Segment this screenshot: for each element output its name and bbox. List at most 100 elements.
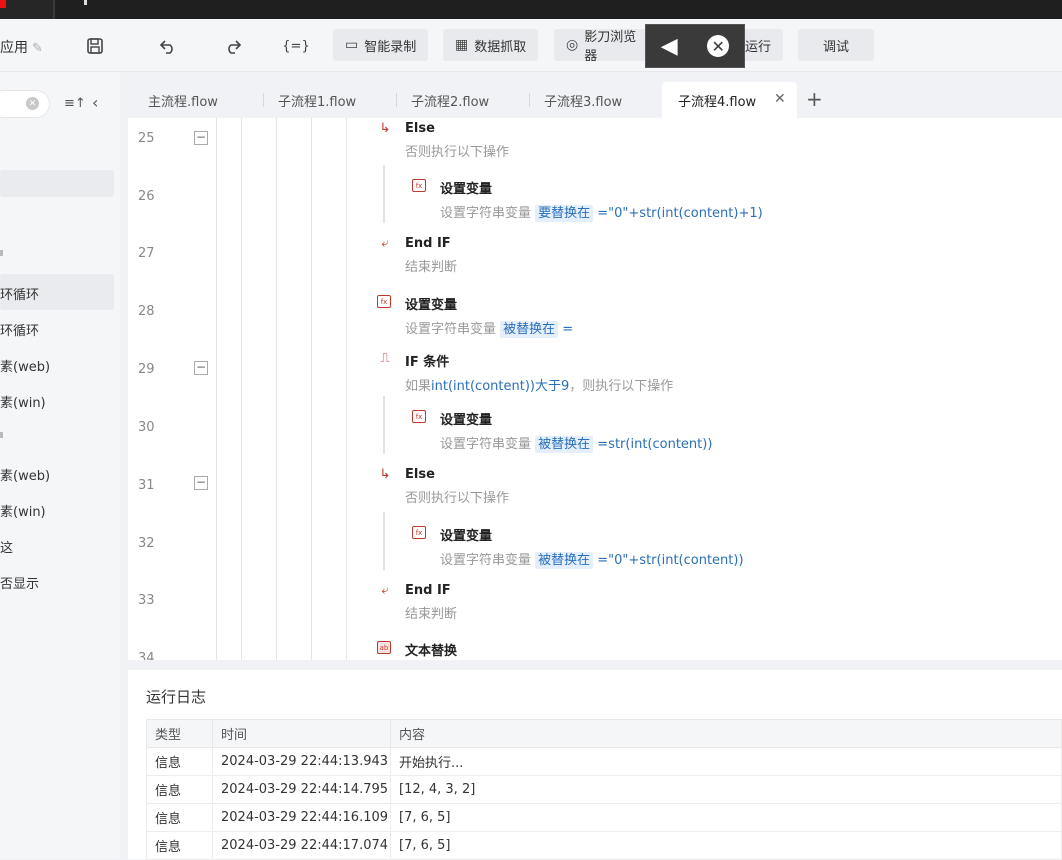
sidebar: ✕ ≡↑ ‹ 环循环 环循环 素(web) 素(win) 素(web) 素(wi… xyxy=(0,72,120,859)
variable-tag: 被替换在 xyxy=(535,436,594,453)
flow-step-set-variable[interactable]: fx 设置变量 设置字符串变量 被替换在 = xyxy=(377,294,573,338)
condition: int(int(content))大于9 xyxy=(431,379,570,394)
expression: =str(int(content)) xyxy=(593,437,713,452)
cell-time: 2024-03-29 22:44:16.109 xyxy=(212,803,391,832)
clear-search-icon[interactable]: ✕ xyxy=(26,97,39,110)
fold-toggle[interactable]: − xyxy=(194,361,208,375)
step-title: IF 条件 xyxy=(405,355,450,370)
run-log-title: 运行日志 xyxy=(146,688,207,706)
title-bar xyxy=(0,0,1062,19)
sidebar-item[interactable]: 素(web) xyxy=(0,455,114,491)
run-log-panel: 运行日志 类型 时间 内容 信息 2024-03-29 22:44:13.943… xyxy=(128,670,1062,860)
table-row[interactable]: 信息 2024-03-29 22:44:16.109 [7, 6, 5] xyxy=(146,803,1062,832)
table-row[interactable]: 信息 2024-03-29 22:44:17.074 [7, 6, 5] xyxy=(146,831,1062,860)
step-title: 文本替换 xyxy=(405,644,458,659)
sidebar-item[interactable]: 素(win) xyxy=(0,491,114,527)
table-header-row: 类型 时间 内容 xyxy=(146,719,1062,748)
cell-time: 2024-03-29 22:44:17.074 xyxy=(212,831,391,860)
cell-content: [12, 4, 3, 2] xyxy=(390,775,1062,804)
desc-suffix: ，则执行以下操作 xyxy=(569,379,674,394)
line-number: 30 xyxy=(138,420,155,435)
step-description: 设置字符串变量 要替换在 ="0"+str(int(content)+1) xyxy=(440,202,763,222)
step-title: Else xyxy=(405,467,435,482)
step-description: 结束判断 xyxy=(405,607,458,622)
undo-icon[interactable] xyxy=(153,31,183,61)
cell-content: 开始执行... xyxy=(390,747,1062,776)
variable-icon: fx xyxy=(412,410,426,423)
table-row[interactable]: 信息 2024-03-29 22:44:13.943 开始执行... xyxy=(146,747,1062,776)
tab-subflow-3[interactable]: 子流程3.flow xyxy=(544,82,622,118)
variable-tag: 被替换在 xyxy=(500,321,559,338)
fold-toggle[interactable]: − xyxy=(194,131,208,145)
toolbar: 应用 ✎ {=} ▭ 智能录制 ▦ 数据抓取 ◎ 影刀浏览器 运行 调试 xyxy=(0,19,1062,72)
variable-expression-icon[interactable]: {=} xyxy=(281,31,311,61)
recording-overlay: ◀ ✕ xyxy=(645,24,745,68)
table-icon: ▦ xyxy=(455,37,469,53)
flow-step-end-if[interactable]: ⤶ End IF 结束判断 xyxy=(381,236,457,275)
table-row[interactable]: 信息 2024-03-29 22:44:14.795 [12, 4, 3, 2] xyxy=(146,775,1062,804)
fold-toggle[interactable]: − xyxy=(194,476,208,490)
indent-guide xyxy=(346,118,347,660)
tab-subflow-1[interactable]: 子流程1.flow xyxy=(278,82,356,118)
collapse-sidebar-icon[interactable]: ‹ xyxy=(92,93,98,112)
tab-subflow-2[interactable]: 子流程2.flow xyxy=(411,82,489,118)
indent-guide xyxy=(276,118,277,660)
line-number: 25 xyxy=(138,131,155,146)
browser-button[interactable]: ◎ 影刀浏览器 xyxy=(554,29,649,61)
tab-divider xyxy=(263,93,264,107)
expression: ="0"+str(int(content)) xyxy=(593,553,744,568)
save-icon[interactable] xyxy=(80,31,110,61)
search-input[interactable] xyxy=(0,90,50,118)
flow-step-if[interactable]: ⎍ IF 条件 如果int(int(content))大于9，则执行以下操作 xyxy=(380,351,673,394)
line-number: 27 xyxy=(138,246,155,261)
browser-icon: ◎ xyxy=(566,37,579,53)
close-tab-icon[interactable]: ✕ xyxy=(774,91,786,107)
sidebar-item[interactable]: 素(web) xyxy=(0,346,114,382)
data-grab-button[interactable]: ▦ 数据抓取 xyxy=(443,29,539,61)
flow-step-end-if[interactable]: ⤶ End IF 结束判断 xyxy=(381,583,458,622)
step-description: 如果int(int(content))大于9，则执行以下操作 xyxy=(405,375,673,394)
column-header-time: 时间 xyxy=(212,719,391,748)
sidebar-item[interactable]: 环循环 xyxy=(0,310,114,346)
block-indent-bar xyxy=(383,165,385,223)
sidebar-item[interactable]: 环循环 xyxy=(0,274,114,310)
window-tab[interactable] xyxy=(0,0,55,19)
smart-record-label: 智能录制 xyxy=(364,39,417,55)
step-description: 否则执行以下操作 xyxy=(405,145,510,160)
sidebar-item[interactable]: 素(win) xyxy=(0,382,114,418)
step-title: 设置变量 xyxy=(440,529,493,544)
cell-time: 2024-03-29 22:44:14.795 xyxy=(212,775,391,804)
pointer-arrow-icon[interactable]: ◀ xyxy=(661,34,678,59)
step-title: 设置变量 xyxy=(405,298,458,313)
line-number: 29 xyxy=(138,362,155,377)
flow-step-set-variable[interactable]: fx 设置变量 设置字符串变量 被替换在 ="0"+str(int(conten… xyxy=(412,525,744,569)
variable-icon: fx xyxy=(377,295,391,308)
smart-record-button[interactable]: ▭ 智能录制 xyxy=(333,29,429,61)
run-log-table: 类型 时间 内容 信息 2024-03-29 22:44:13.943 开始执行… xyxy=(146,719,1062,860)
desc-prefix: 设置字符串变量 xyxy=(440,206,536,221)
redo-icon[interactable] xyxy=(218,31,248,61)
column-header-content: 内容 xyxy=(390,719,1062,748)
flow-step-else[interactable]: ↳ Else 否则执行以下操作 xyxy=(380,121,510,160)
tab-main-flow[interactable]: 主流程.flow xyxy=(148,82,218,118)
desc-prefix: 设置字符串变量 xyxy=(405,322,501,337)
sidebar-item[interactable]: 这 xyxy=(0,527,114,563)
line-number: 32 xyxy=(138,536,155,551)
app-name[interactable]: 应用 ✎ xyxy=(0,37,43,57)
video-camera-icon: ▭ xyxy=(345,37,359,53)
text-replace-icon: ab xyxy=(377,641,391,654)
flow-step-set-variable[interactable]: fx 设置变量 设置字符串变量 要替换在 ="0"+str(int(conten… xyxy=(412,178,763,222)
close-icon[interactable]: ✕ xyxy=(707,35,730,57)
sort-icon[interactable]: ≡↑ xyxy=(64,96,86,111)
gutter-divider xyxy=(216,118,217,660)
flow-step-else[interactable]: ↳ Else 否则执行以下操作 xyxy=(380,467,509,506)
flow-step-set-variable[interactable]: fx 设置变量 设置字符串变量 被替换在 =str(int(content)) xyxy=(412,409,713,453)
sidebar-item[interactable]: 否显示 xyxy=(0,563,114,599)
sidebar-highlight xyxy=(0,170,114,197)
add-tab-icon[interactable]: + xyxy=(806,87,823,111)
line-number: 31 xyxy=(138,478,155,493)
cell-type: 信息 xyxy=(146,803,213,832)
debug-button[interactable]: 调试 xyxy=(798,29,874,61)
edit-pencil-icon[interactable]: ✎ xyxy=(32,41,43,56)
flow-step-text-replace[interactable]: ab 文本替换 xyxy=(377,640,458,659)
